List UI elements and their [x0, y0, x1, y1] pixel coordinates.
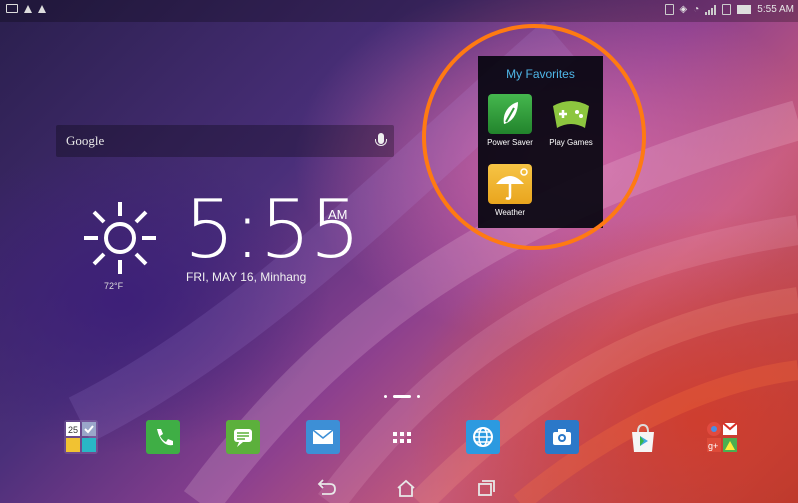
clock-date: FRI, MAY 16, Minhang	[186, 270, 307, 284]
play-store-icon	[632, 423, 654, 452]
highlight-circle	[422, 24, 646, 250]
phone-icon	[157, 429, 173, 446]
clock-time[interactable]: 5:55	[184, 190, 361, 270]
email-icon	[312, 429, 334, 444]
dock-folder-calendar[interactable]: 25	[64, 420, 98, 454]
svg-text:g+: g+	[708, 441, 718, 451]
dock-email[interactable]	[306, 420, 340, 454]
dock-browser[interactable]	[466, 420, 500, 454]
google-label: Google	[66, 133, 105, 148]
signal-icon	[705, 4, 717, 15]
svg-text:25: 25	[68, 425, 78, 435]
sim-icon	[664, 4, 674, 15]
folder-icon: 25	[66, 422, 96, 452]
microphone-icon[interactable]	[375, 133, 387, 146]
message-icon	[234, 429, 252, 447]
sun-icon[interactable]	[82, 200, 158, 276]
battery-icon	[737, 5, 752, 14]
warning-icon	[24, 4, 32, 13]
apps-grid-icon	[393, 432, 411, 443]
globe-icon	[473, 427, 493, 447]
dock-camera[interactable]	[545, 420, 579, 454]
google-search-bar[interactable]: Google	[56, 125, 394, 157]
screenshot-icon	[6, 4, 18, 13]
folder-icon: g+	[707, 422, 738, 452]
navigation-bar	[0, 472, 798, 503]
temperature-label: 72°F	[104, 281, 124, 291]
dock-messaging[interactable]	[226, 420, 260, 454]
camera-icon	[553, 429, 571, 445]
back-icon[interactable]	[314, 478, 338, 498]
page-indicator	[384, 395, 420, 398]
status-time: 5:55 AM	[757, 4, 794, 15]
dock-google-folder[interactable]: g+	[705, 420, 739, 454]
dock-all-apps[interactable]	[385, 420, 419, 454]
status-bar: ◈ ◔ 5:55 AM	[0, 0, 798, 22]
dock-phone[interactable]	[146, 420, 180, 454]
recent-apps-icon[interactable]	[474, 478, 498, 498]
wifi-icon: ◔	[693, 4, 700, 15]
vibrate-icon: ◈	[679, 4, 688, 15]
data-icon	[722, 4, 732, 15]
clock-ampm: AM	[328, 207, 348, 222]
home-icon[interactable]	[394, 478, 418, 498]
dock-play-store[interactable]	[626, 420, 660, 454]
warning-icon	[38, 4, 46, 13]
dock: 25 g+	[0, 420, 798, 460]
